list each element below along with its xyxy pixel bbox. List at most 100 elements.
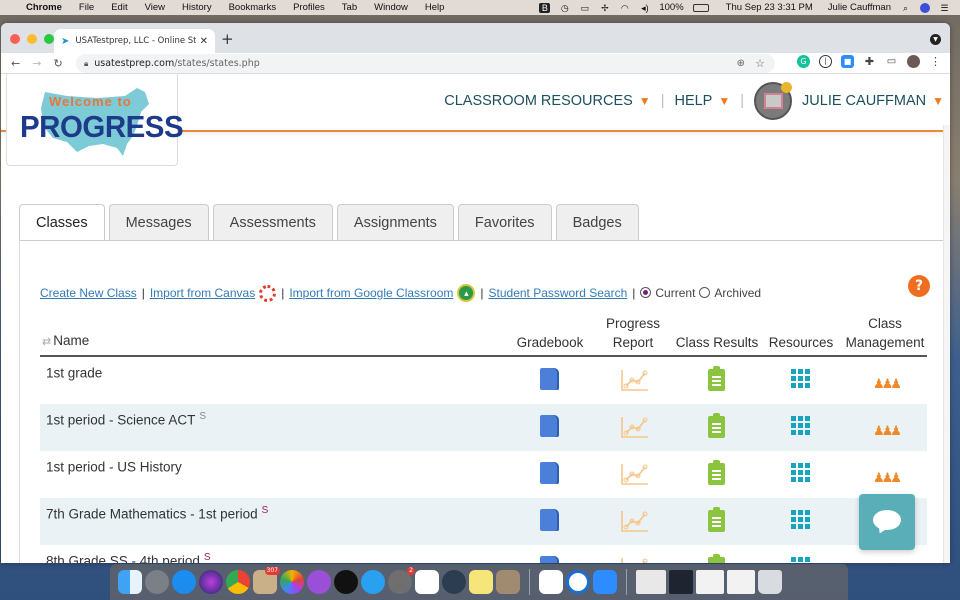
current-radio-label[interactable]: Current [655,286,695,300]
gradebook-button[interactable] [538,462,562,486]
help-question-button[interactable]: ? [908,275,930,297]
gradebook-button[interactable] [538,368,562,392]
class-name-text[interactable]: 1st grade [46,366,102,381]
profile-avatar[interactable] [907,55,920,68]
zoom-window-button[interactable] [44,34,54,44]
time-machine-icon[interactable]: ◷ [559,3,570,13]
class-management-button[interactable]: ♟♟♟ [873,462,902,486]
progress-report-button[interactable] [620,462,648,486]
system-preferences-icon[interactable]: 2 [388,567,415,594]
resources-button[interactable] [789,462,813,486]
zoom-extension-icon[interactable]: ■ [841,55,854,68]
grammarly-extension-icon[interactable]: G [797,55,810,68]
podcasts-icon[interactable] [307,570,331,594]
page-scrollbar[interactable] [943,125,950,563]
menu-bookmarks[interactable]: Bookmarks [229,2,277,13]
class-results-button[interactable] [705,460,729,486]
class-name-text[interactable]: 1st period - Science ACT [46,413,195,428]
canvas-logo-icon[interactable] [259,284,277,302]
menu-history[interactable]: History [182,2,212,13]
back-button[interactable]: ← [11,57,20,70]
close-tab-icon[interactable]: ✕ [200,36,208,47]
progress-report-button[interactable] [620,368,648,392]
tab-assessments[interactable]: Assessments [212,204,333,240]
resources-button[interactable] [789,368,813,392]
menu-file[interactable]: File [79,2,94,13]
bookmark-star-icon[interactable]: ☆ [755,57,765,70]
notebook-icon[interactable] [496,570,520,594]
tab-search-icon[interactable]: ▼ [930,34,941,45]
class-results-button[interactable] [705,507,729,533]
help-dropdown-icon[interactable]: ▼ [718,94,730,108]
wifi-icon[interactable]: ◠ [619,3,630,13]
minimized-window-2[interactable] [669,570,693,594]
import-google-classroom-link[interactable]: Import from Google Classroom [289,286,453,300]
menubar-user[interactable]: Julie Cauffman [828,2,891,13]
tab-classes[interactable]: Classes [19,204,105,241]
messages-icon[interactable] [361,570,385,594]
tab-favorites[interactable]: Favorites [457,204,552,240]
minimized-window-1[interactable] [636,570,666,594]
menu-profiles[interactable]: Profiles [293,2,325,13]
gradebook-button[interactable] [538,415,562,439]
menubar-clock[interactable]: Thu Sep 23 3:31 PM [726,2,813,13]
chrome-icon[interactable] [226,570,250,594]
tab-messages[interactable]: Messages [108,204,209,240]
user-avatar[interactable] [754,82,793,120]
sort-icon[interactable]: ⇄ [42,336,51,348]
battery-icon[interactable] [692,3,709,12]
import-canvas-link[interactable]: Import from Canvas [150,286,255,300]
class-name-text[interactable]: 7th Grade Mathematics - 1st period [46,507,258,522]
progress-report-button[interactable] [620,556,648,563]
launchpad-icon[interactable] [145,570,169,594]
menu-window[interactable]: Window [374,2,408,13]
class-name-text[interactable]: 1st period - US History [46,460,182,475]
user-name-menu[interactable]: JULIE CAUFFMAN [802,93,926,109]
quicktime-icon[interactable] [442,570,466,594]
minimized-window-4[interactable] [727,570,755,594]
tab-assignments[interactable]: Assignments [336,204,454,240]
progress-report-button[interactable] [620,415,648,439]
class-results-button[interactable] [705,366,729,392]
classroom-resources-menu[interactable]: CLASSROOM RESOURCES [444,93,633,109]
keynote-icon[interactable] [415,570,439,594]
extensions-puzzle-icon[interactable]: ✚ [863,55,876,68]
bluetooth-icon[interactable]: ✢ [599,3,610,13]
class-management-button[interactable]: ♟♟♟ [873,368,902,392]
address-bar[interactable]: 🔒︎ usatestprep.com /states/states.php ⊕ … [76,54,775,73]
tab-badges[interactable]: Badges [555,204,639,240]
classroom-resources-dropdown-icon[interactable]: ▼ [639,94,651,108]
class-name[interactable]: 1st period - US History [46,458,186,475]
progress-logo[interactable]: Welcome to PROGRESS [6,74,184,166]
slack-icon[interactable] [539,570,563,594]
archived-radio-label[interactable]: Archived [714,286,761,300]
student-password-search-link[interactable]: Student Password Search [489,286,628,300]
help-menu[interactable]: HELP [674,93,712,109]
lock-icon[interactable]: 🔒︎ [84,59,88,69]
gradebook-button[interactable] [538,556,562,563]
safari-icon[interactable] [172,570,196,594]
finder-icon[interactable] [118,570,142,594]
browser-tab[interactable]: ➤ USATestprep, LLC - Online Sta ✕ [54,29,215,53]
progress-report-button[interactable] [620,509,648,533]
resources-button[interactable] [789,509,813,533]
menu-tab[interactable]: Tab [342,2,357,13]
class-results-button[interactable] [705,554,729,563]
siri-icon[interactable] [199,570,223,594]
resources-button[interactable] [789,556,813,563]
chat-support-button[interactable] [859,494,915,550]
photos-icon[interactable] [280,570,304,594]
resources-button[interactable] [789,415,813,439]
spotlight-search-icon[interactable]: ⌕ [900,3,911,13]
menu-help[interactable]: Help [425,2,445,13]
name-column-header[interactable]: ⇄ Name [42,331,89,352]
class-results-button[interactable] [705,413,729,439]
apple-tv-icon[interactable] [334,570,358,594]
class-name[interactable]: 7th Grade Mathematics - 1st period S [46,505,268,522]
stickies-icon[interactable] [469,570,493,594]
zoom-indicator-icon[interactable]: ⊕ [737,58,745,69]
notification-center-icon[interactable]: ☰ [939,3,950,13]
class-name[interactable]: 1st grade [46,364,106,381]
class-management-button[interactable]: ♟♟♟ [873,415,902,439]
class-name-text[interactable]: 8th Grade SS - 4th period [46,554,200,564]
